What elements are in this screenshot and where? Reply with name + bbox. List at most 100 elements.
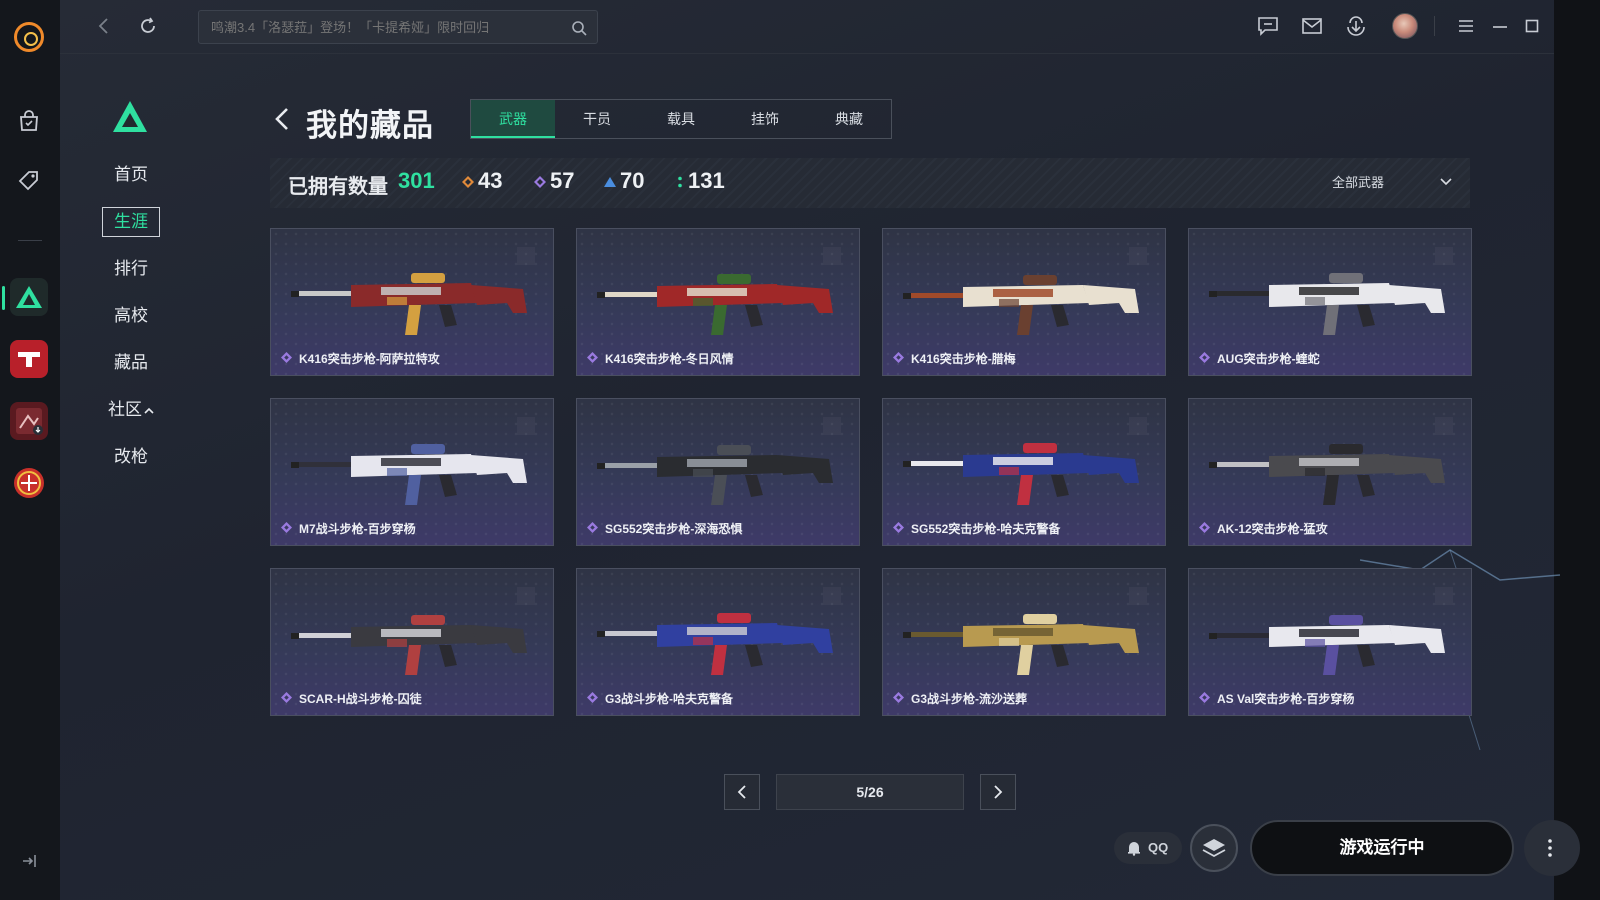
triangle-blue-icon xyxy=(604,177,616,187)
rarity-diamond-icon xyxy=(1199,522,1210,533)
tier-count-blue: 70 xyxy=(620,168,645,193)
rarity-diamond-icon xyxy=(281,522,292,533)
weapon-card[interactable]: SG552突击步枪-哈夫克警备 xyxy=(882,398,1166,546)
mail-icon[interactable] xyxy=(1300,14,1324,38)
weapon-filter-dropdown[interactable]: 全部武器 xyxy=(1332,172,1462,194)
nav-collection[interactable]: 藏品 xyxy=(102,348,160,378)
weapon-image xyxy=(597,613,833,675)
rarity-diamond-icon xyxy=(587,352,598,363)
weapon-image xyxy=(1209,615,1445,675)
layers-icon xyxy=(1202,839,1226,858)
app-rail xyxy=(0,0,60,900)
prev-page-button[interactable] xyxy=(724,774,760,810)
nav-community-label: 社区 xyxy=(108,400,142,419)
nav-ranking[interactable]: 排行 xyxy=(102,254,160,284)
nav-college[interactable]: 高校 xyxy=(102,301,160,331)
nav-gunsmith[interactable]: 改枪 xyxy=(102,442,160,472)
search-bar[interactable] xyxy=(198,10,598,44)
search-icon[interactable] xyxy=(571,20,587,36)
rarity-diamond-icon xyxy=(281,352,292,363)
crossfire-app-icon[interactable] xyxy=(10,464,48,502)
search-input[interactable] xyxy=(211,11,561,43)
store-bag-icon[interactable] xyxy=(16,108,42,134)
weapon-image xyxy=(1209,444,1445,505)
diamond-purple-icon xyxy=(534,176,546,188)
weapon-card[interactable]: K416突击步枪-冬日风情 xyxy=(576,228,860,376)
download-icon[interactable] xyxy=(1344,14,1368,38)
tab-charms[interactable]: 挂饰 xyxy=(723,100,807,138)
tab-collector[interactable]: 典藏 xyxy=(807,100,891,138)
nav-career[interactable]: 生涯 xyxy=(102,207,160,237)
chat-icon[interactable] xyxy=(1256,14,1280,38)
weapon-card[interactable]: SCAR-H战斗步枪-囚徒 xyxy=(270,568,554,716)
owned-count-label: 已拥有数量 xyxy=(288,176,388,198)
topbar-divider xyxy=(1434,16,1435,36)
tier-count-purple: 57 xyxy=(550,168,575,193)
weapon-filter-value: 全部武器 xyxy=(1332,175,1385,190)
game-running-button[interactable]: 游戏运行中 xyxy=(1250,820,1514,876)
maximize-icon[interactable] xyxy=(1520,14,1544,38)
weapon-image xyxy=(597,445,833,505)
weapon-name: AUG突击步枪-蝰蛇 xyxy=(1217,352,1320,366)
weapon-image xyxy=(291,273,527,335)
weapon-card[interactable]: M7战斗步枪-百步穿杨 xyxy=(270,398,554,546)
weapon-name: G3战斗步枪-哈夫克警备 xyxy=(605,692,734,706)
weapon-name: G3战斗步枪-流沙送葬 xyxy=(911,692,1028,706)
tag-icon[interactable] xyxy=(16,168,42,194)
qq-label: QQ xyxy=(1148,840,1169,855)
qq-notify-button[interactable]: QQ xyxy=(1114,832,1182,864)
refresh-icon[interactable] xyxy=(136,14,160,38)
stats-bar: 已拥有数量 301 43 57 70 131 全部武器 xyxy=(270,158,1470,208)
weapon-name: SG552突击步枪-哈夫克警备 xyxy=(911,522,1061,536)
game-app-download-icon[interactable] xyxy=(10,402,48,440)
menu-icon[interactable] xyxy=(1454,14,1478,38)
category-tabs: 武器 干员 载具 挂饰 典藏 xyxy=(470,99,892,139)
weapon-card[interactable]: G3战斗步枪-流沙送葬 xyxy=(882,568,1166,716)
tier-count-green: 131 xyxy=(688,168,725,193)
delta-force-logo-icon xyxy=(113,101,147,132)
back-nav-icon[interactable] xyxy=(92,14,116,38)
diamond-orange-icon xyxy=(462,176,474,188)
weapon-image xyxy=(291,615,527,675)
rarity-diamond-icon xyxy=(1199,692,1210,703)
weapon-image xyxy=(903,614,1139,675)
back-icon[interactable] xyxy=(272,106,292,132)
tab-weapons[interactable]: 武器 xyxy=(471,100,555,138)
expand-rail-icon[interactable] xyxy=(20,852,38,870)
tab-operators[interactable]: 干员 xyxy=(555,100,639,138)
weapon-name: K416突击步枪-阿萨拉特攻 xyxy=(299,352,440,366)
rail-divider xyxy=(18,240,42,241)
weapon-image xyxy=(597,274,833,335)
weapon-name: SCAR-H战斗步枪-囚徒 xyxy=(299,692,422,706)
weapon-name: K416突击步枪-腊梅 xyxy=(911,352,1016,366)
weapon-image xyxy=(291,444,527,505)
rarity-diamond-icon xyxy=(587,522,598,533)
weapon-card[interactable]: SG552突击步枪-深海恐惧 xyxy=(576,398,860,546)
rarity-diamond-icon xyxy=(893,692,904,703)
weapon-card[interactable]: K416突击步枪-阿萨拉特攻 xyxy=(270,228,554,376)
tier-count-orange: 43 xyxy=(478,168,503,193)
weapon-card[interactable]: AS Val突击步枪-百步穿杨 xyxy=(1188,568,1472,716)
more-options-button[interactable] xyxy=(1524,820,1580,876)
page-indicator: 5/26 xyxy=(776,774,964,810)
rarity-diamond-icon xyxy=(281,692,292,703)
nav-home[interactable]: 首页 xyxy=(102,160,160,190)
layers-button[interactable] xyxy=(1190,824,1238,872)
dots-green-icon xyxy=(678,176,682,188)
weapon-card[interactable]: AUG突击步枪-蝰蛇 xyxy=(1188,228,1472,376)
minimize-icon[interactable] xyxy=(1488,14,1512,38)
delta-force-app-icon[interactable] xyxy=(10,278,48,316)
weapon-card[interactable]: K416突击步枪-腊梅 xyxy=(882,228,1166,376)
launcher-logo-icon[interactable] xyxy=(14,22,44,52)
weapon-card[interactable]: AK-12突击步枪-猛攻 xyxy=(1188,398,1472,546)
weapon-card[interactable]: G3战斗步枪-哈夫克警备 xyxy=(576,568,860,716)
owned-count-value: 301 xyxy=(398,168,435,193)
tab-vehicles[interactable]: 载具 xyxy=(639,100,723,138)
nav-community[interactable]: 社区 xyxy=(102,395,160,425)
game-app-red-icon[interactable] xyxy=(10,340,48,378)
chevron-down-icon xyxy=(1440,178,1452,186)
next-page-button[interactable] xyxy=(980,774,1016,810)
weapon-name: AK-12突击步枪-猛攻 xyxy=(1217,522,1328,536)
weapon-name: AS Val突击步枪-百步穿杨 xyxy=(1217,692,1355,706)
user-avatar[interactable] xyxy=(1392,13,1418,39)
